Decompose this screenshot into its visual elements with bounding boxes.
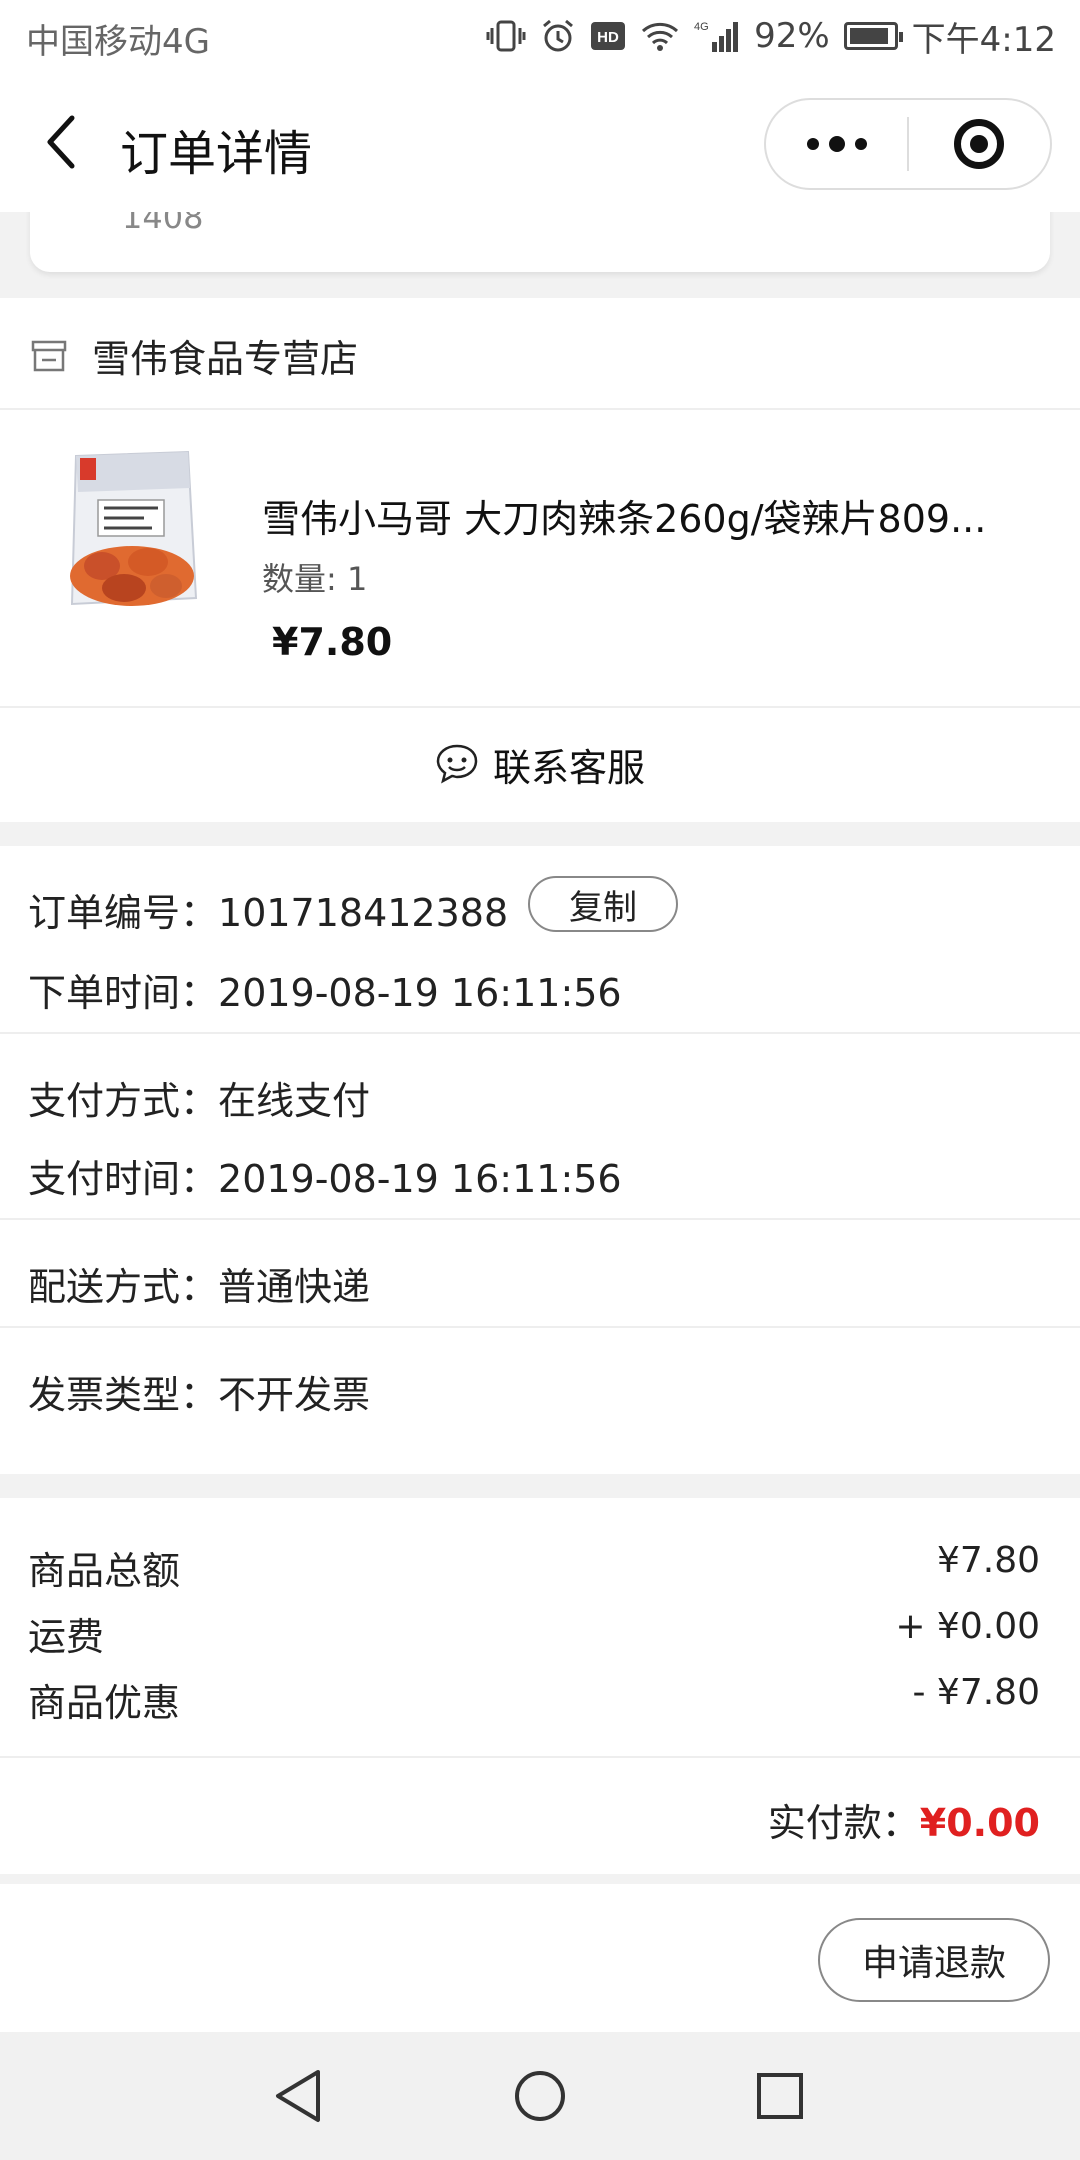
order-time-label: 下单时间： xyxy=(28,971,219,1015)
system-home-button[interactable] xyxy=(508,2064,572,2128)
signal-icon: 4G xyxy=(694,21,739,52)
divider xyxy=(0,1756,1080,1758)
system-back-button[interactable] xyxy=(266,2064,330,2128)
more-dots-icon xyxy=(806,136,867,152)
battery-icon xyxy=(843,22,903,50)
order-time-value: 2019-08-19 16:11:56 xyxy=(218,971,622,1015)
circle-home-icon xyxy=(515,2071,565,2121)
chat-bubble-icon xyxy=(436,744,478,784)
actual-payment-label: 实付款： xyxy=(767,1801,920,1845)
nav-bar: 订单详情 xyxy=(0,72,1080,212)
order-number-label: 订单编号： xyxy=(28,891,219,935)
order-number-row: 订单编号：101718412388 xyxy=(28,882,508,937)
order-time-row: 下单时间：2019-08-19 16:11:56 xyxy=(28,962,622,1017)
invoice-label: 发票类型： xyxy=(28,1373,219,1417)
goods-total-value: ¥7.80 xyxy=(936,1540,1040,1581)
delivery-label: 配送方式： xyxy=(28,1265,219,1309)
vibrate-icon xyxy=(486,20,526,52)
product-image[interactable] xyxy=(58,448,206,620)
back-button[interactable] xyxy=(30,102,94,182)
delivery-value: 普通快递 xyxy=(218,1265,371,1309)
contact-service-label: 联系客服 xyxy=(492,745,645,790)
square-recents-icon xyxy=(757,2073,803,2119)
close-miniprogram-button[interactable] xyxy=(909,100,1050,188)
mini-program-capsule xyxy=(764,98,1052,190)
invoice-value: 不开发票 xyxy=(218,1373,371,1417)
divider xyxy=(0,1218,1080,1220)
status-icons: HD 4G 92% 下午4:12 xyxy=(486,12,1056,60)
discount-label: 商品优惠 xyxy=(28,1681,181,1725)
order-number-value: 101718412388 xyxy=(218,891,509,935)
copy-order-number-button[interactable]: 复制 xyxy=(528,876,678,932)
divider xyxy=(0,1326,1080,1328)
system-recents-button[interactable] xyxy=(748,2064,812,2128)
chevron-left-icon xyxy=(47,115,75,169)
store-name[interactable]: 雪伟食品专营店 xyxy=(92,328,358,383)
contact-service-button[interactable]: 联系客服 xyxy=(0,708,1080,820)
pay-time-label: 支付时间： xyxy=(28,1157,219,1201)
target-icon xyxy=(954,119,1005,169)
wifi-icon xyxy=(642,22,679,51)
product-quantity: 数量: 1 xyxy=(262,560,368,598)
status-bar: 中国移动4G HD 4G 92% 下午4:12 xyxy=(0,0,1080,72)
battery-percent: 92% xyxy=(754,16,830,56)
svg-text:4G: 4G xyxy=(694,21,709,33)
pay-time-value: 2019-08-19 16:11:56 xyxy=(218,1157,622,1201)
alarm-icon xyxy=(543,19,574,52)
shipping-fee-label: 运费 xyxy=(28,1615,105,1659)
system-navigation-bar xyxy=(0,2032,1080,2160)
store-icon xyxy=(31,340,67,372)
product-price: ¥7.80 xyxy=(272,620,393,664)
goods-total-label: 商品总额 xyxy=(28,1549,181,1593)
shipping-fee-value: + ¥0.00 xyxy=(895,1606,1040,1647)
actual-payment-amount: ¥0.00 xyxy=(919,1801,1040,1845)
pay-time-row: 支付时间：2019-08-19 16:11:56 xyxy=(28,1148,622,1203)
hd-icon: HD xyxy=(591,22,626,50)
pay-method-value: 在线支付 xyxy=(218,1079,371,1123)
apply-refund-button[interactable]: 申请退款 xyxy=(818,1918,1050,2002)
page-title: 订单详情 xyxy=(120,126,313,182)
pay-method-row: 支付方式：在线支付 xyxy=(28,1070,370,1125)
status-time: 下午4:12 xyxy=(911,19,1056,60)
actual-payment-row: 实付款：¥0.00 xyxy=(768,1792,1040,1847)
carrier-name: 中国移动4G xyxy=(26,22,210,62)
triangle-back-icon xyxy=(276,2070,320,2122)
more-button[interactable] xyxy=(766,100,907,188)
divider xyxy=(0,408,1080,410)
divider xyxy=(0,1032,1080,1034)
delivery-row: 配送方式：普通快递 xyxy=(28,1256,370,1311)
discount-value: - ¥7.80 xyxy=(912,1672,1041,1713)
invoice-row: 发票类型：不开发票 xyxy=(28,1364,370,1419)
svg-text:HD: HD xyxy=(597,29,619,46)
product-title[interactable]: 雪伟小马哥 大刀肉辣条260g/袋辣片809... xyxy=(262,488,992,543)
pay-method-label: 支付方式： xyxy=(28,1079,219,1123)
